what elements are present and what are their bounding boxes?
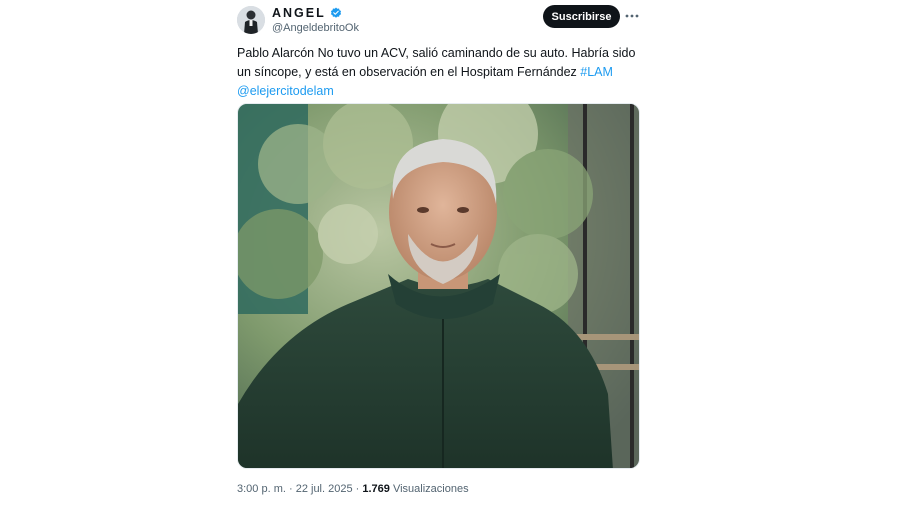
tweet-card: ANGEL @AngeldebritoOk Suscribirse Pablo … [237, 0, 640, 505]
more-dots-icon [625, 14, 639, 18]
mention-link[interactable]: @elejercitodelam [237, 84, 334, 98]
verified-badge-icon [330, 7, 341, 18]
hashtag-link[interactable]: #LAM [580, 65, 613, 79]
views-count: 1.769 [362, 483, 390, 495]
tweet-photo[interactable] [237, 103, 640, 469]
meta-separator-2: · [352, 483, 363, 495]
author-name-row: ANGEL [272, 6, 342, 20]
person-avatar-icon [237, 6, 265, 34]
more-horizontal-icon[interactable] [625, 11, 639, 21]
author-name[interactable]: ANGEL [272, 6, 326, 20]
tweet-meta: 3:00 p. m. · 22 jul. 2025 · 1.769 Visual… [237, 483, 469, 495]
meta-separator: · [285, 483, 296, 495]
tweet-header: ANGEL @AngeldebritoOk Suscribirse [237, 4, 640, 38]
tweet-date[interactable]: 22 jul. 2025 [296, 483, 353, 495]
author-handle[interactable]: @AngeldebritoOk [272, 22, 359, 34]
views-label: Visualizaciones [389, 483, 469, 495]
tweet-text: Pablo Alarcón No tuvo un ACV, salió cami… [237, 44, 640, 101]
tweet-body: Pablo Alarcón No tuvo un ACV, salió cami… [237, 46, 636, 79]
avatar[interactable] [237, 6, 265, 34]
tweet-time[interactable]: 3:00 p. m. [237, 483, 286, 495]
subscribe-button[interactable]: Suscribirse [543, 5, 620, 28]
photo-elderly-man-green-sweater [238, 104, 639, 468]
